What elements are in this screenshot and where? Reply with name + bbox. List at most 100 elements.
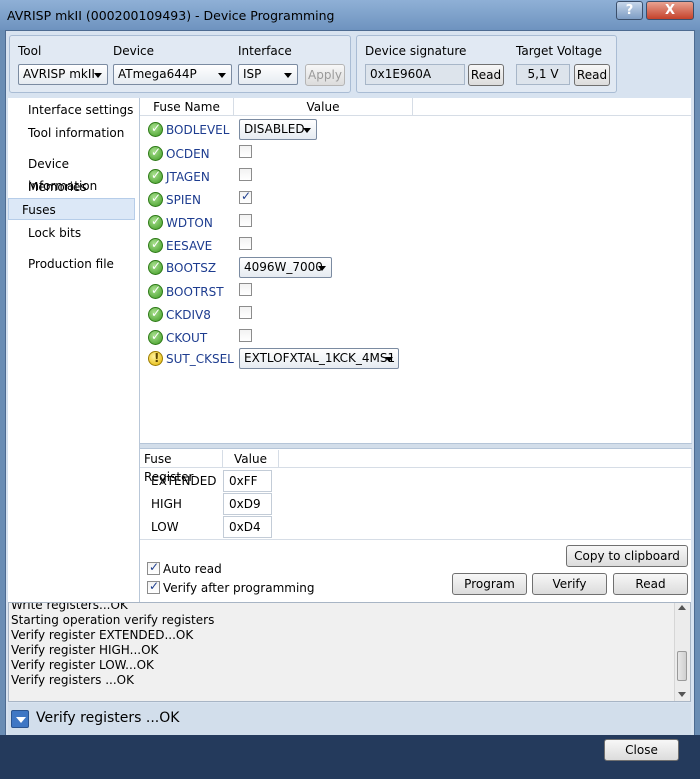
check-ok-icon: [148, 121, 163, 137]
register-value-field[interactable]: 0xFF: [223, 470, 272, 492]
fuse-row-bootsz: BOOTSZ 4096W_7000: [148, 256, 688, 280]
chevron-down-icon: [16, 717, 26, 723]
tool-select-value: AVRISP mkII: [23, 67, 95, 81]
check-ok-icon: [148, 168, 163, 184]
fuse-row-bodlevel: BODLEVEL DISABLED: [148, 119, 688, 141]
check-ok-icon: [148, 237, 163, 253]
fuse-row-ckout: CKOUT: [148, 327, 688, 349]
output-log[interactable]: Write registers...OK Starting operation …: [8, 602, 691, 702]
check-ok-icon: [148, 145, 163, 161]
tool-select[interactable]: AVRISP mkII: [18, 64, 108, 85]
scroll-up-icon[interactable]: [678, 605, 686, 610]
sidebar-item-production-file[interactable]: Production file: [16, 253, 142, 275]
ckout-checkbox[interactable]: [239, 329, 252, 342]
verify-after-programming-label: Verify after programming: [163, 581, 315, 595]
check-ok-icon: [148, 191, 163, 207]
sidebar-item-interface-settings[interactable]: Interface settings: [16, 99, 142, 121]
bodlevel-select-value: DISABLED: [244, 122, 305, 136]
fuse-name: JTAGEN: [166, 170, 210, 184]
log-line: Verify register LOW...OK: [11, 658, 154, 672]
bodlevel-select[interactable]: DISABLED: [239, 119, 317, 140]
chevron-down-icon: [385, 357, 393, 362]
fuse-name-column-header: Fuse Name: [140, 98, 234, 116]
scroll-thumb[interactable]: [677, 651, 687, 681]
collapse-button[interactable]: [11, 710, 29, 728]
fuse-name: SPIEN: [166, 193, 201, 207]
sidebar-item-fuses[interactable]: Fuses: [8, 198, 135, 220]
check-ok-icon: [148, 214, 163, 230]
check-ok-icon: [148, 283, 163, 299]
sut-cksel-select-value: EXTLOFXTAL_1KCK_4MS1: [244, 351, 396, 365]
fuse-table-header: Fuse Name Value: [140, 98, 691, 116]
divider: [140, 539, 691, 540]
register-name: LOW: [151, 520, 179, 534]
sut-cksel-select[interactable]: EXTLOFXTAL_1KCK_4MS1: [239, 348, 399, 369]
panel-splitter[interactable]: [140, 443, 692, 449]
register-value-field[interactable]: 0xD4: [223, 516, 272, 538]
read-button[interactable]: Read: [613, 573, 688, 595]
bootsz-select-value: 4096W_7000: [244, 260, 323, 274]
sidebar: Interface settings Tool information Devi…: [8, 98, 139, 603]
fuse-name: BOOTRST: [166, 285, 224, 299]
close-button[interactable]: Close: [604, 739, 679, 761]
status-bar: Verify registers ...OK: [8, 703, 691, 735]
fuse-row-bootrst: BOOTRST: [148, 281, 688, 303]
log-line: Write registers...OK: [11, 602, 128, 612]
signature-value: 0x1E960A: [365, 64, 465, 85]
chevron-down-icon: [218, 73, 226, 78]
fuse-name: CKDIV8: [166, 308, 211, 322]
register-value-column-header: Value: [223, 450, 279, 468]
program-button[interactable]: Program: [452, 573, 527, 595]
help-button[interactable]: ?: [616, 1, 643, 20]
scroll-down-icon[interactable]: [678, 692, 686, 697]
spien-checkbox[interactable]: [239, 189, 252, 204]
ckdiv8-checkbox[interactable]: [239, 306, 252, 319]
sidebar-item-lock-bits[interactable]: Lock bits: [16, 222, 142, 244]
auto-read-checkbox[interactable]: [147, 560, 160, 575]
window-close-button[interactable]: X: [646, 1, 694, 20]
signature-read-button[interactable]: Read: [468, 64, 504, 86]
check-ok-icon: [148, 259, 163, 275]
interface-label: Interface: [238, 44, 292, 58]
wdton-checkbox[interactable]: [239, 214, 252, 227]
device-select[interactable]: ATmega644P: [113, 64, 232, 85]
register-name-column-header: Fuse Register: [144, 450, 223, 484]
chevron-down-icon: [284, 73, 292, 78]
chevron-down-icon: [318, 266, 326, 271]
register-name: EXTENDED: [151, 474, 217, 488]
signature-group: Device signature 0x1E960A Read Target Vo…: [356, 35, 617, 93]
bootrst-checkbox[interactable]: [239, 283, 252, 296]
verify-after-programming-checkbox[interactable]: [147, 579, 160, 594]
jtagen-checkbox[interactable]: [239, 168, 252, 181]
voltage-read-button[interactable]: Read: [574, 64, 610, 86]
apply-button[interactable]: Apply: [305, 64, 345, 86]
log-line: Verify registers ...OK: [11, 673, 134, 687]
check-ok-icon: [148, 329, 163, 345]
verify-button[interactable]: Verify: [532, 573, 607, 595]
device-label: Device: [113, 44, 155, 58]
register-value-field[interactable]: 0xD9: [223, 493, 272, 515]
tool-label: Tool: [18, 44, 42, 58]
log-scrollbar[interactable]: [674, 603, 690, 701]
sidebar-item-tool-information[interactable]: Tool information: [16, 122, 142, 144]
interface-select-value: ISP: [243, 67, 262, 81]
eesave-checkbox[interactable]: [239, 237, 252, 250]
fuse-row-sut-cksel: SUT_CKSEL EXTLOFXTAL_1KCK_4MS1: [148, 347, 688, 371]
fuse-name: SUT_CKSEL: [166, 352, 234, 366]
register-name: HIGH: [151, 497, 182, 511]
fuse-name: BOOTSZ: [166, 261, 217, 275]
sidebar-item-device-information[interactable]: Device information: [16, 153, 142, 193]
fuse-row-spien: SPIEN: [148, 189, 688, 211]
voltage-value: 5,1 V: [516, 64, 570, 85]
check-ok-icon: [148, 306, 163, 322]
chevron-down-icon: [94, 73, 102, 78]
sidebar-item-memories[interactable]: Memories: [16, 176, 142, 198]
ocden-checkbox[interactable]: [239, 145, 252, 158]
fuse-name: OCDEN: [166, 147, 210, 161]
signature-label: Device signature: [365, 44, 467, 58]
fuse-row-jtagen: JTAGEN: [148, 166, 688, 188]
interface-select[interactable]: ISP: [238, 64, 298, 85]
copy-to-clipboard-button[interactable]: Copy to clipboard: [566, 545, 688, 567]
bootsz-select[interactable]: 4096W_7000: [239, 257, 332, 278]
log-line: Verify register EXTENDED...OK: [11, 628, 194, 642]
